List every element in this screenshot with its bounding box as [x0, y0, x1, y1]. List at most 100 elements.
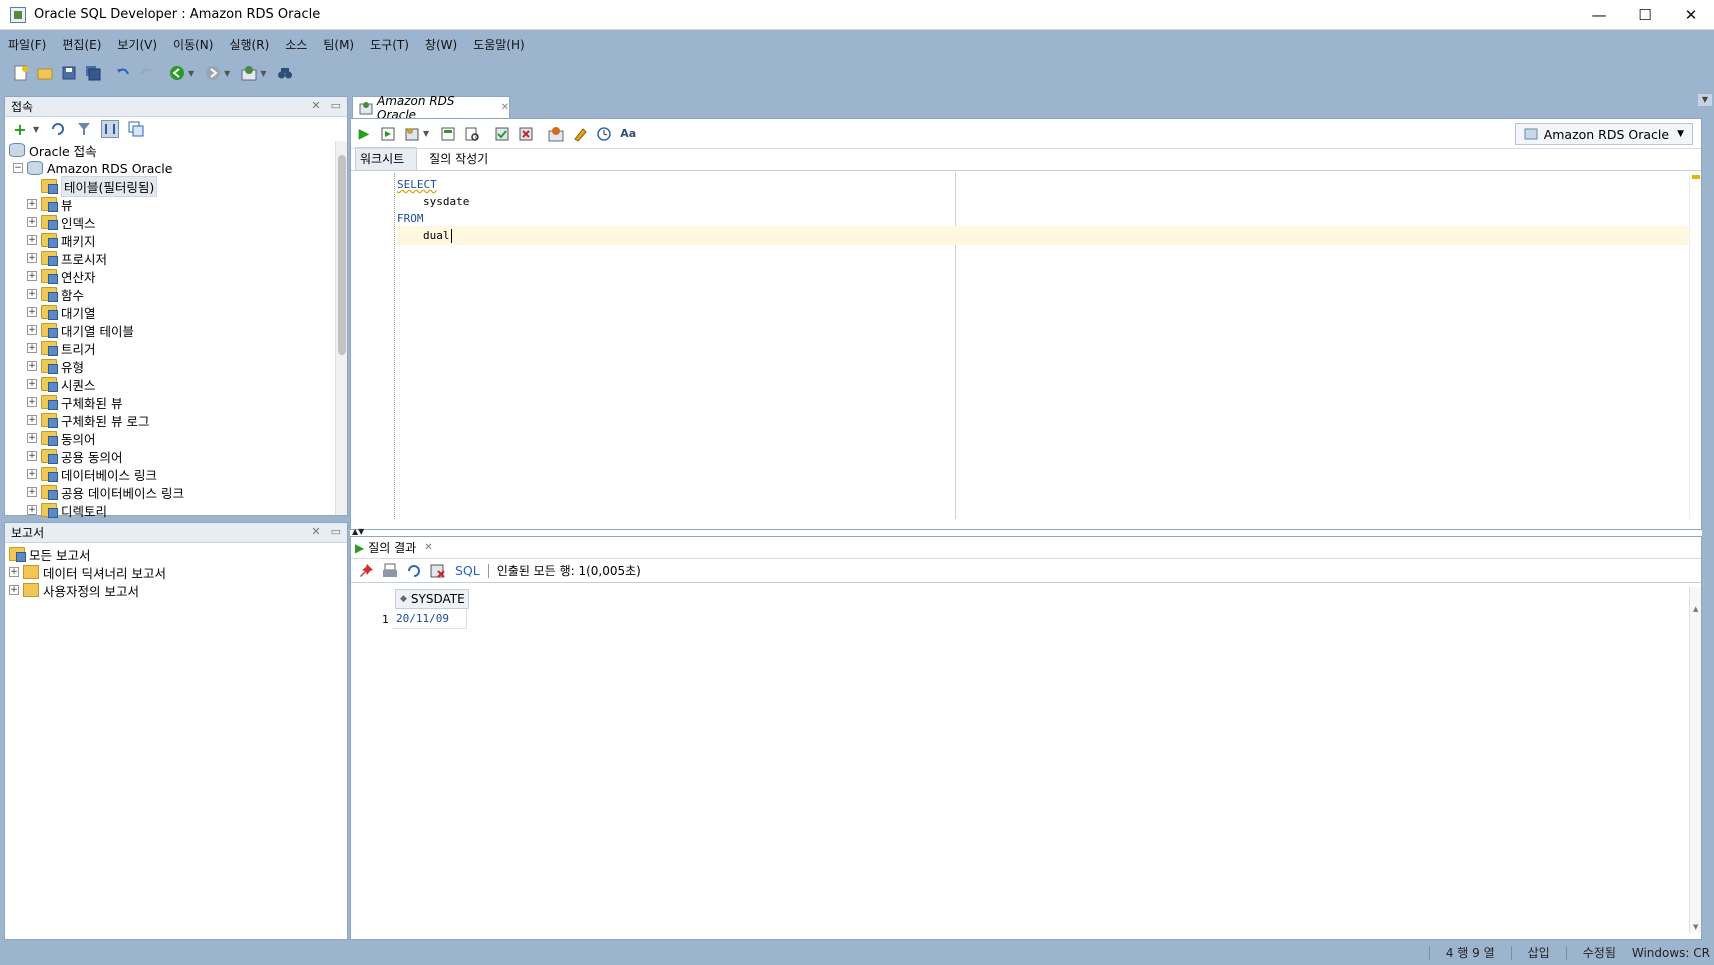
- close-tab-icon[interactable]: ✕: [424, 542, 432, 553]
- filter-icon[interactable]: [75, 120, 93, 138]
- rollback-icon[interactable]: [517, 125, 535, 143]
- expand-toggle-icon[interactable]: +: [27, 415, 37, 425]
- expand-toggle-icon[interactable]: +: [9, 585, 19, 595]
- scrollbar-thumb[interactable]: [338, 155, 346, 355]
- menu-run[interactable]: 실행(R): [229, 36, 269, 53]
- tab-query-result[interactable]: ▶ 질의 결과 ✕: [355, 539, 433, 556]
- sql-tuning-icon[interactable]: [463, 125, 481, 143]
- menu-edit[interactable]: 편집(E): [62, 36, 101, 53]
- expand-toggle-icon[interactable]: +: [27, 379, 37, 389]
- connections-scrollbar[interactable]: [335, 141, 347, 515]
- tree-all-reports[interactable]: 모든 보고서: [9, 545, 347, 563]
- forward-dropdown-icon[interactable]: ▼: [224, 69, 230, 78]
- expand-toggle-icon[interactable]: +: [27, 397, 37, 407]
- tree-item[interactable]: + 대기열 테이블: [9, 321, 347, 339]
- tree-item[interactable]: + 패키지: [9, 231, 347, 249]
- expand-toggle-icon[interactable]: +: [9, 567, 19, 577]
- expand-toggle-icon[interactable]: +: [27, 217, 37, 227]
- expand-toggle-icon[interactable]: +: [27, 451, 37, 461]
- splitter-arrows-icon[interactable]: ▲▼: [352, 527, 364, 536]
- add-connection-icon[interactable]: +: [11, 120, 29, 139]
- expand-toggle-icon[interactable]: +: [27, 433, 37, 443]
- add-connection-dropdown-icon[interactable]: ▼: [33, 125, 39, 134]
- sql-worksheet-icon[interactable]: [240, 64, 258, 82]
- panel-dropdown-icon[interactable]: ▼: [1698, 94, 1712, 106]
- tree-item[interactable]: + 동의어: [9, 429, 347, 447]
- minimize-panel-icon[interactable]: ▭: [331, 525, 341, 538]
- tab-query-builder[interactable]: 질의 작성기: [425, 148, 500, 170]
- results-scrollbar[interactable]: ▲ ▼: [1689, 587, 1701, 933]
- tree-item[interactable]: + 구체화된 뷰: [9, 393, 347, 411]
- close-tab-icon[interactable]: ✕: [501, 102, 509, 113]
- scroll-up-icon[interactable]: ▲: [1693, 605, 1698, 613]
- sql-worksheet-dropdown-icon[interactable]: ▼: [260, 69, 266, 78]
- collapse-all-icon[interactable]: [127, 120, 145, 138]
- expand-toggle-icon[interactable]: +: [27, 253, 37, 263]
- tree-item[interactable]: + 연산자: [9, 267, 347, 285]
- cancel-query-icon[interactable]: [429, 562, 447, 580]
- back-icon[interactable]: [168, 64, 186, 82]
- menu-file[interactable]: 파일(F): [8, 36, 46, 53]
- maximize-button[interactable]: ☐: [1622, 0, 1668, 30]
- tree-item[interactable]: 테이블(필터링됨): [9, 175, 347, 197]
- tree-connection-amazon-rds[interactable]: − Amazon RDS Oracle: [9, 159, 347, 177]
- tree-item[interactable]: + 시퀀스: [9, 375, 347, 393]
- menu-window[interactable]: 창(W): [425, 36, 457, 53]
- sql-link[interactable]: SQL: [455, 563, 480, 578]
- schema-browser-icon[interactable]: [101, 120, 120, 138]
- print-icon[interactable]: [381, 562, 399, 580]
- refresh-icon[interactable]: [49, 120, 67, 138]
- tree-item[interactable]: + 유형: [9, 357, 347, 375]
- pin-icon[interactable]: [357, 562, 375, 580]
- expand-toggle-icon[interactable]: +: [27, 289, 37, 299]
- expand-toggle-icon[interactable]: +: [27, 361, 37, 371]
- tree-item[interactable]: + 구체화된 뷰 로그: [9, 411, 347, 429]
- close-button[interactable]: ✕: [1668, 0, 1714, 30]
- back-dropdown-icon[interactable]: ▼: [188, 69, 194, 78]
- sql-history-icon[interactable]: [595, 125, 613, 143]
- tree-item[interactable]: + 함수: [9, 285, 347, 303]
- menu-tools[interactable]: 도구(T): [370, 36, 409, 53]
- expand-toggle-icon[interactable]: +: [27, 271, 37, 281]
- menu-navigate[interactable]: 이동(N): [173, 36, 213, 53]
- results-grid[interactable]: ◆ SYSDATE 1 20/11/09: [351, 587, 1687, 933]
- tree-item[interactable]: + 트리거: [9, 339, 347, 357]
- editor-overview-ruler[interactable]: [1689, 173, 1701, 519]
- tree-item[interactable]: + 대기열: [9, 303, 347, 321]
- expand-toggle-icon[interactable]: +: [27, 307, 37, 317]
- menu-help[interactable]: 도움말(H): [473, 36, 525, 53]
- tree-root-oracle-connections[interactable]: Oracle 접속: [9, 141, 347, 159]
- tree-item[interactable]: + 디렉토리: [9, 501, 347, 519]
- sql-code-editor[interactable]: SELECT sysdate FROM dual: [351, 173, 1701, 519]
- open-folder-icon[interactable]: [36, 64, 54, 82]
- cell-sysdate[interactable]: 20/11/09: [393, 609, 467, 629]
- tab-worksheet[interactable]: 워크시트: [355, 147, 418, 170]
- column-header-sysdate[interactable]: ◆ SYSDATE: [395, 589, 469, 609]
- clear-eraser-icon[interactable]: [571, 125, 589, 143]
- format-case-icon[interactable]: Aa: [619, 125, 637, 143]
- forward-icon[interactable]: [204, 64, 222, 82]
- autotrace-icon[interactable]: [403, 125, 421, 143]
- save-icon[interactable]: [60, 64, 78, 82]
- run-statement-icon[interactable]: ▶: [355, 125, 373, 143]
- run-script-icon[interactable]: [379, 125, 397, 143]
- menu-source[interactable]: 소스: [285, 36, 307, 53]
- connection-selector[interactable]: Amazon RDS Oracle ▼: [1514, 123, 1693, 145]
- collapse-toggle-icon[interactable]: −: [13, 163, 23, 173]
- tab-amazon-rds-oracle[interactable]: Amazon RDS Oracle ✕: [352, 94, 510, 122]
- sort-icon[interactable]: ◆: [400, 594, 407, 604]
- menu-team[interactable]: 팀(M): [323, 36, 354, 53]
- scroll-down-icon[interactable]: ▼: [1693, 923, 1698, 931]
- commit-icon[interactable]: [493, 125, 511, 143]
- minimize-button[interactable]: —: [1576, 0, 1622, 30]
- table-row[interactable]: 1 20/11/09: [351, 609, 467, 629]
- expand-toggle-icon[interactable]: +: [27, 505, 37, 515]
- tree-user-defined-reports[interactable]: + 사용자정의 보고서: [9, 581, 347, 599]
- tree-item[interactable]: + 프로시저: [9, 249, 347, 267]
- close-panel-icon[interactable]: ✕: [311, 525, 320, 538]
- autotrace-dropdown-icon[interactable]: ▼: [423, 129, 429, 138]
- unshared-worksheet-icon[interactable]: [547, 125, 565, 143]
- menu-view[interactable]: 보기(V): [117, 36, 157, 53]
- expand-toggle-icon[interactable]: +: [27, 469, 37, 479]
- expand-toggle-icon[interactable]: +: [27, 343, 37, 353]
